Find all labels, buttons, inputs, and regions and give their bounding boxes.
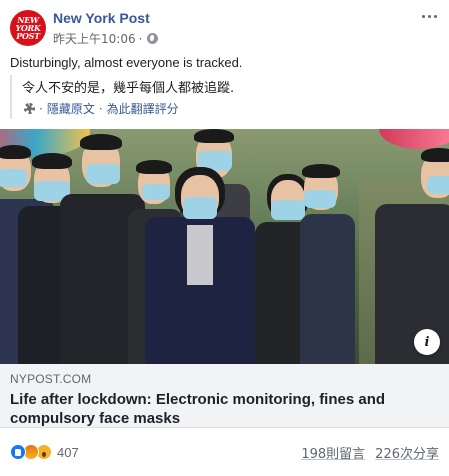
post-timestamp[interactable]: 昨天上午10:06	[53, 30, 136, 47]
more-options-button[interactable]	[419, 9, 439, 23]
page-name-link[interactable]: New York Post	[53, 10, 150, 26]
more-dot-icon	[421, 14, 425, 18]
rate-translation-link[interactable]: 為此翻譯評分	[107, 100, 179, 117]
more-dot-icon	[427, 14, 431, 18]
shares-count-link[interactable]: 226次分享	[375, 443, 439, 462]
avatar-logo-line-3: POST	[16, 31, 40, 41]
person-figure	[290, 164, 355, 364]
globe-icon[interactable]	[147, 33, 159, 44]
dot-separator: ·	[98, 101, 103, 116]
reactions-summary[interactable]: 407	[10, 444, 79, 460]
post-header: NEW YORK POST New York Post 昨天上午10:06 ·	[10, 9, 439, 49]
link-preview[interactable]: NYPOST.COM Life after lockdown: Electron…	[0, 364, 449, 428]
more-dot-icon	[433, 14, 437, 18]
comments-count-link[interactable]: 198則留言	[301, 443, 365, 462]
reaction-count: 407	[57, 444, 79, 460]
link-headline: Life after lockdown: Electronic monitori…	[10, 391, 386, 427]
engagement-counts: 198則留言 226次分享	[301, 443, 439, 462]
dot-separator: ·	[39, 101, 43, 116]
translated-text: 令人不安的是，幾乎每個人都被追蹤.	[22, 81, 235, 96]
hide-original-link[interactable]: 隱藏原文	[47, 100, 95, 117]
like-reaction-icon	[10, 444, 26, 460]
post-meta: 昨天上午10:06 ·	[53, 30, 159, 47]
translation-block: 令人不安的是，幾乎每個人都被追蹤. · 隱藏原文 · 為此翻譯評分	[10, 75, 310, 119]
dot-separator: ·	[138, 31, 143, 46]
gear-icon[interactable]	[24, 103, 35, 114]
post-text: Disturbingly, almost everyone is tracked…	[10, 55, 243, 70]
translation-actions: · 隱藏原文 · 為此翻譯評分	[24, 100, 179, 117]
page-avatar[interactable]: NEW YORK POST	[10, 10, 46, 46]
link-domain: NYPOST.COM	[10, 372, 92, 386]
link-preview-image[interactable]: i	[0, 129, 449, 364]
post-footer: 407 198則留言 226次分享	[10, 441, 439, 463]
person-figure	[375, 144, 449, 364]
info-icon[interactable]: i	[414, 329, 440, 355]
person-figure	[145, 167, 255, 364]
facebook-post-card: NEW YORK POST New York Post 昨天上午10:06 · …	[0, 0, 449, 476]
